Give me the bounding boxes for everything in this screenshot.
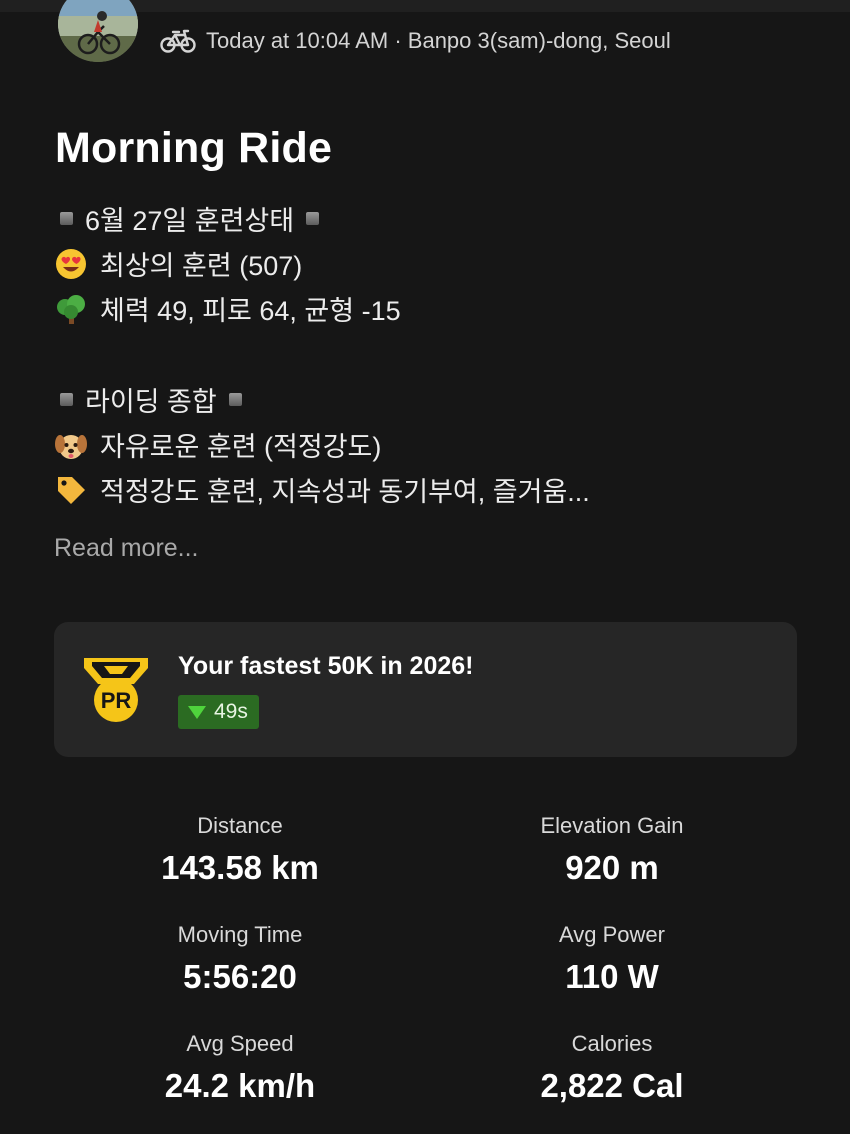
stat-value: 5:56:20 (183, 958, 297, 995)
description-text: 적정강도 훈련, 지속성과 동기부여, 즐거움... (100, 477, 590, 507)
read-more-link[interactable]: Read more... (54, 534, 199, 563)
stat-avg-speed: Avg Speed 24.2 km/h (60, 1030, 420, 1106)
stat-label: Distance (197, 813, 283, 838)
heart-eyes-emoji-icon (54, 247, 88, 281)
description-text: 최상의 훈련 (507) (100, 251, 303, 281)
stat-label: Elevation Gain (540, 813, 684, 838)
stat-value: 143.58 km (161, 849, 319, 886)
pr-title: Your fastest 50K in 2026! (178, 652, 474, 680)
description-text: 6월 27일 훈련상태 (85, 206, 295, 236)
pr-delta-value: 49s (214, 700, 248, 723)
activity-meta-text: Today at 10:04 AM · Banpo 3(sam)-dong, S… (206, 28, 671, 53)
stat-label: Avg Speed (186, 1031, 294, 1056)
stat-calories: Calories 2,822 Cal (432, 1030, 792, 1106)
activity-meta: Today at 10:04 AM · Banpo 3(sam)-dong, S… (160, 26, 671, 56)
description-line: 6월 27일 훈련상태 (54, 196, 814, 241)
description-line: 자유로운 훈련 (적정강도) (54, 422, 814, 467)
stat-value: 24.2 km/h (164, 1067, 316, 1104)
pr-delta-badge: 49s (178, 695, 259, 729)
stat-elevation-gain: Elevation Gain 920 m (432, 812, 792, 888)
description-line: 라이딩 종합 (54, 377, 814, 422)
black-square-icon (60, 393, 73, 406)
description-line: 최상의 훈련 (507) (54, 241, 814, 286)
bike-icon (160, 28, 196, 54)
description-text: 라이딩 종합 (85, 387, 217, 417)
label-emoji-icon (54, 473, 88, 507)
stat-label: Avg Power (559, 922, 665, 947)
dog-face-emoji-icon (54, 428, 88, 462)
arrow-down-icon (188, 705, 206, 719)
description-text: 체력 49, 피로 64, 균형 -15 (100, 296, 401, 326)
stat-value: 920 m (565, 849, 659, 886)
stat-avg-power: Avg Power 110 W (432, 921, 792, 997)
tree-emoji-icon (54, 292, 88, 326)
pr-achievement-card[interactable]: PR Your fastest 50K in 2026! 49s (54, 622, 797, 757)
stat-value: 110 W (565, 958, 659, 995)
stat-label: Calories (571, 1031, 653, 1056)
description-text: 자유로운 훈련 (적정강도) (100, 432, 382, 462)
description-line: 적정강도 훈련, 지속성과 동기부여, 즐거움... (54, 467, 814, 512)
stat-label: Moving Time (177, 922, 303, 947)
pr-medal-icon: PR (82, 652, 150, 728)
athlete-avatar[interactable] (58, 0, 138, 62)
stat-distance: Distance 143.58 km (60, 812, 420, 888)
description-line: 체력 49, 피로 64, 균형 -15 (54, 286, 814, 331)
activity-description: 6월 27일 훈련상태 최상의 훈련 (507) 체력 49, 피로 64, 균… (54, 196, 814, 512)
black-square-icon (228, 393, 242, 406)
black-square-icon (60, 212, 73, 225)
black-square-icon (306, 212, 320, 225)
stat-moving-time: Moving Time 5:56:20 (60, 921, 420, 997)
activity-title[interactable]: Morning Ride (55, 124, 332, 173)
pr-medal-text: PR (101, 688, 132, 713)
stat-value: 2,822 Cal (540, 1067, 684, 1104)
